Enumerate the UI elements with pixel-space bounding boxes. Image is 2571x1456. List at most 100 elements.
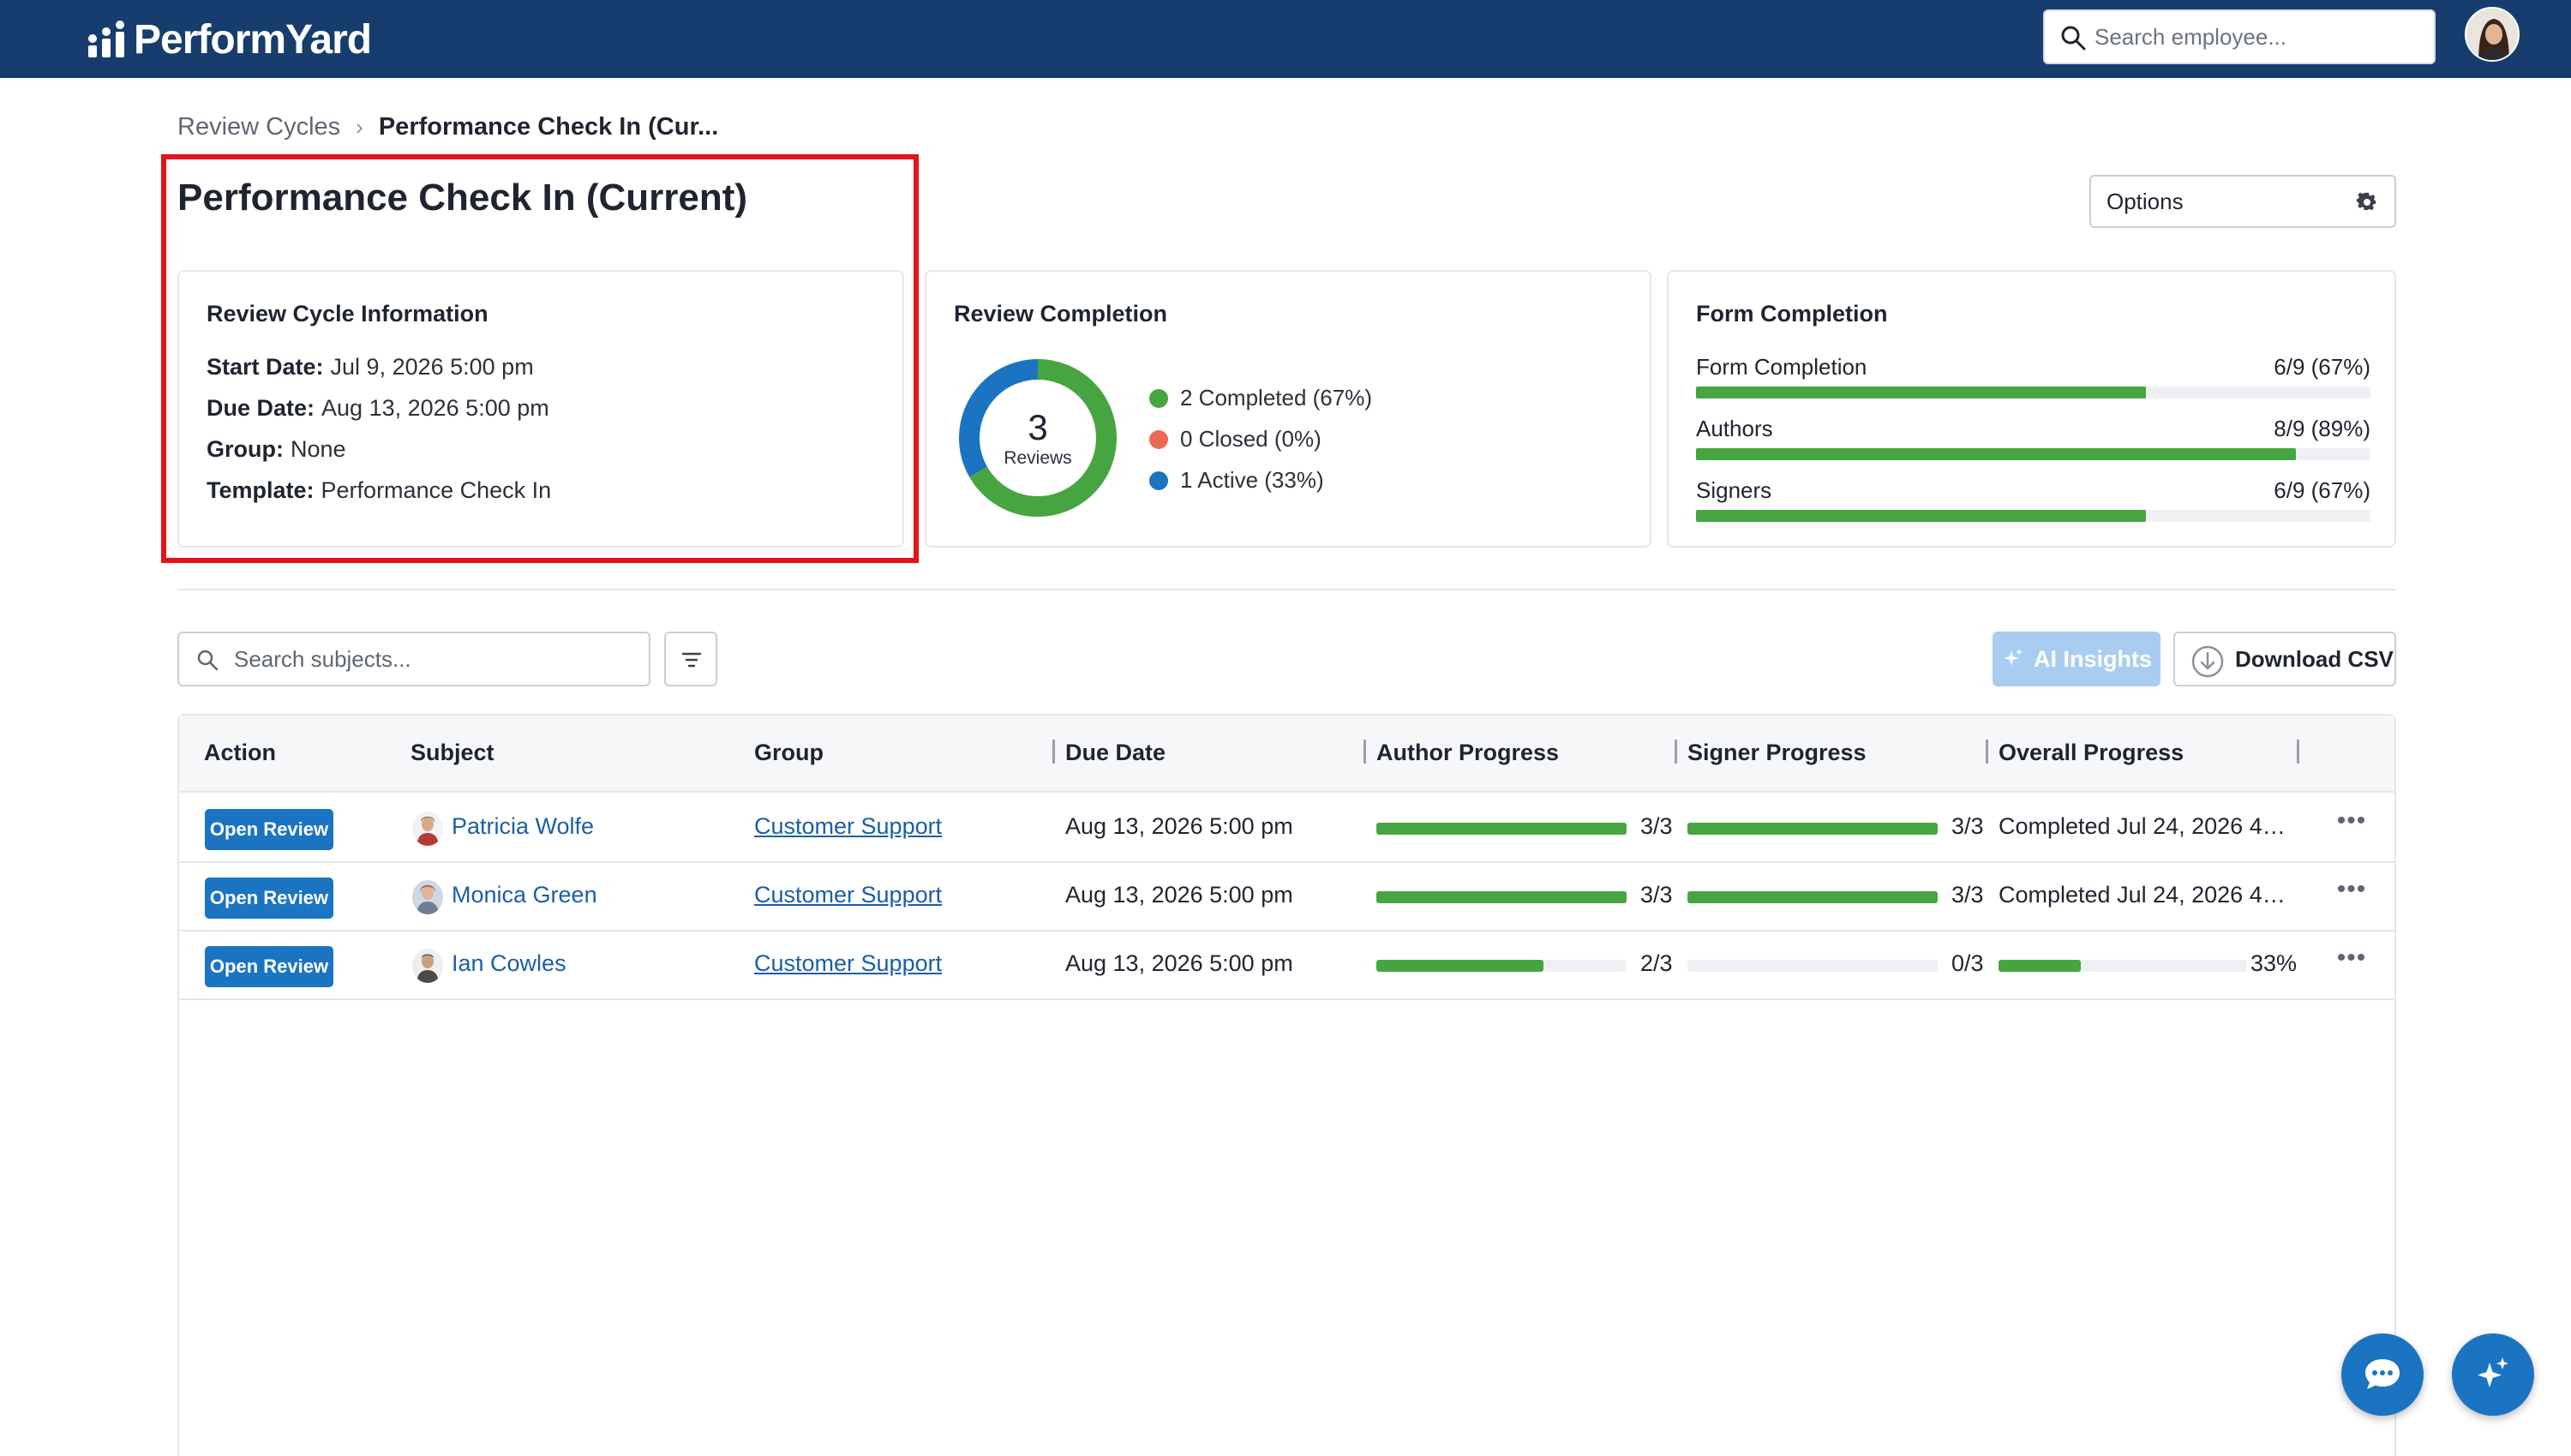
author-progress-fill <box>1376 823 1627 835</box>
options-button[interactable]: Options <box>2089 175 2396 228</box>
column-header-subject[interactable]: Subject <box>411 740 494 766</box>
ai-assistant-button[interactable] <box>2452 1333 2534 1416</box>
download-csv-label: Download CSV <box>2235 645 2394 672</box>
author-progress-bar <box>1376 960 1627 972</box>
legend-completed: 2 Completed (67%) <box>1149 385 1372 411</box>
signer-progress-fill <box>1687 891 1938 903</box>
chevron-right-icon: › <box>356 113 363 140</box>
open-review-button[interactable]: Open Review <box>205 809 333 850</box>
column-header-overall-progress[interactable]: Overall Progress <box>1999 740 2184 766</box>
column-resize-handle[interactable] <box>2297 740 2299 764</box>
signers-value: 6/9 (67%) <box>2274 477 2370 503</box>
table-row: Open Review Ian Cowles Customer Support … <box>179 932 2394 1000</box>
column-header-due-date[interactable]: Due Date <box>1065 740 1166 766</box>
subject-link[interactable]: Ian Cowles <box>452 950 566 977</box>
legend-active: 1 Active (33%) <box>1149 467 1324 494</box>
signer-progress-value: 0/3 <box>1951 950 1984 976</box>
employee-search-field[interactable] <box>2043 9 2436 64</box>
subject-link[interactable]: Monica Green <box>452 882 597 908</box>
table-row: Open Review Patricia Wolfe Customer Supp… <box>179 794 2394 863</box>
authors-value: 8/9 (89%) <box>2274 416 2370 441</box>
logo-bars-icon <box>88 21 124 57</box>
more-horizontal-icon[interactable]: ••• <box>2330 875 2373 909</box>
overall-progress-text: Completed Jul 24, 2026 4:5... <box>1999 882 2290 908</box>
open-review-button[interactable]: Open Review <box>205 878 333 919</box>
user-avatar-image <box>2466 9 2518 60</box>
subjects-table: Action Subject Group Due Date Author Pro… <box>177 714 2396 1456</box>
ai-insights-button[interactable]: AI Insights <box>1993 632 2160 686</box>
due-date-cell: Aug 13, 2026 5:00 pm <box>1065 950 1293 976</box>
download-icon <box>2191 645 2224 678</box>
filter-icon <box>681 652 702 668</box>
breadcrumb-current: Performance Check In (Cur... <box>378 112 719 141</box>
legend-dot-completed <box>1149 388 1168 408</box>
chat-icon <box>2365 1359 2400 1389</box>
authors-bar <box>1696 448 2370 460</box>
form-completion-card: Form Completion Form Completion 6/9 (67%… <box>1667 270 2396 548</box>
signer-progress-bar <box>1687 960 1938 972</box>
gear-icon <box>2357 192 2376 211</box>
signers-bar-fill <box>1696 510 2146 522</box>
user-avatar[interactable] <box>2465 7 2520 62</box>
form-completion-bar-fill <box>1696 386 2146 398</box>
author-progress-value: 3/3 <box>1640 813 1673 839</box>
overall-progress-percent: 33% <box>2250 950 2297 976</box>
signer-progress-value: 3/3 <box>1951 813 1984 839</box>
column-header-group[interactable]: Group <box>754 740 824 766</box>
breadcrumb: Review Cycles › Performance Check In (Cu… <box>177 110 718 144</box>
column-header-author-progress[interactable]: Author Progress <box>1376 740 1559 766</box>
subject-link[interactable]: Patricia Wolfe <box>452 813 594 840</box>
group-link[interactable]: Customer Support <box>754 882 942 908</box>
donut-total-label: Reviews <box>1004 448 1072 468</box>
legend-dot-closed <box>1149 429 1168 449</box>
author-progress-bar <box>1376 823 1627 835</box>
section-divider <box>177 589 2396 590</box>
group-link[interactable]: Customer Support <box>754 950 942 977</box>
column-header-signer-progress[interactable]: Signer Progress <box>1687 740 1867 766</box>
chat-button[interactable] <box>2341 1333 2424 1416</box>
performyard-logo[interactable]: PerformYard <box>86 15 372 63</box>
column-header-action[interactable]: Action <box>204 740 276 766</box>
logo-text: PerformYard <box>134 16 372 63</box>
open-review-button[interactable]: Open Review <box>205 946 333 987</box>
author-progress-value: 3/3 <box>1640 882 1673 908</box>
filter-button[interactable] <box>664 632 717 686</box>
ai-insights-label: AI Insights <box>2033 645 2152 672</box>
donut-total: 3 <box>1028 407 1048 447</box>
signers-label: Signers <box>1696 477 1772 503</box>
legend-completed-label: 2 Completed (67%) <box>1180 385 1372 410</box>
overall-progress-fill <box>1999 960 2081 972</box>
breadcrumb-review-cycles-link[interactable]: Review Cycles <box>177 113 340 141</box>
signer-progress-fill <box>1687 823 1938 835</box>
author-progress-fill <box>1376 960 1543 972</box>
subject-search-input[interactable] <box>234 645 628 673</box>
author-progress-bar <box>1376 891 1627 903</box>
subject-search-field[interactable] <box>177 632 650 686</box>
column-resize-handle[interactable] <box>1052 740 1055 764</box>
column-resize-handle[interactable] <box>1675 740 1677 764</box>
legend-active-label: 1 Active (33%) <box>1180 467 1324 493</box>
column-resize-handle[interactable] <box>1986 740 1988 764</box>
table-header: Action Subject Group Due Date Author Pro… <box>179 716 2394 793</box>
due-date-cell: Aug 13, 2026 5:00 pm <box>1065 882 1293 908</box>
table-row: Open Review Monica Green Customer Suppor… <box>179 863 2394 932</box>
column-resize-handle[interactable] <box>1363 740 1366 764</box>
form-completion-value: 6/9 (67%) <box>2274 354 2370 380</box>
avatar <box>412 880 443 914</box>
author-progress-fill <box>1376 891 1627 903</box>
search-icon <box>2061 26 2086 51</box>
employee-search-input[interactable] <box>2095 23 2420 51</box>
review-completion-card: Review Completion 3 Reviews 2 Completed … <box>925 270 1651 548</box>
search-icon <box>197 650 219 671</box>
signer-progress-bar <box>1687 823 1938 835</box>
author-progress-value: 2/3 <box>1640 950 1673 976</box>
group-link[interactable]: Customer Support <box>754 813 942 840</box>
authors-bar-fill <box>1696 448 2296 460</box>
more-horizontal-icon[interactable]: ••• <box>2330 944 2373 978</box>
more-horizontal-icon[interactable]: ••• <box>2330 806 2373 841</box>
form-completion-title: Form Completion <box>1696 301 1888 327</box>
legend-closed: 0 Closed (0%) <box>1149 426 1321 452</box>
download-csv-button[interactable]: Download CSV <box>2173 632 2396 686</box>
avatar <box>412 949 443 983</box>
overall-progress-bar <box>1999 960 2247 972</box>
